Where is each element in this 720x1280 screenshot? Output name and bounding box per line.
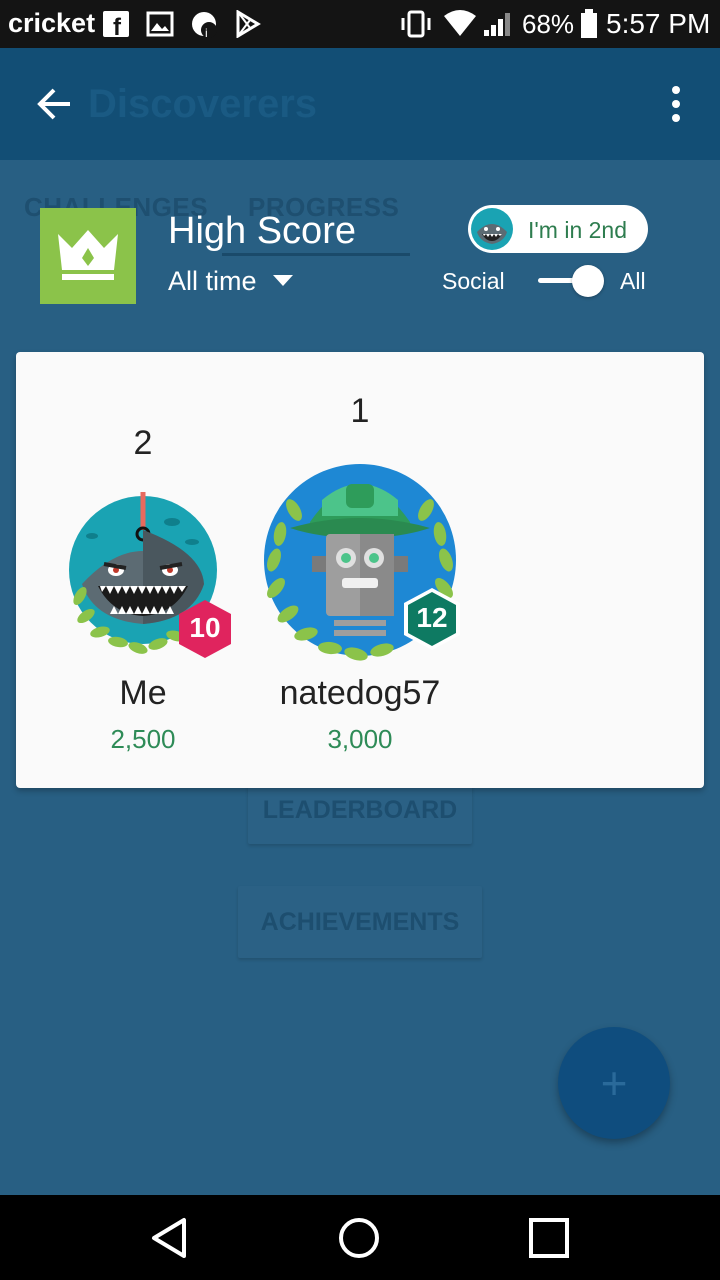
- facebook-icon: f: [102, 10, 130, 43]
- clock: 5:57 PM: [606, 8, 711, 39]
- app-bar: Discoverers: [0, 48, 720, 160]
- crown-icon: [40, 208, 136, 304]
- rank-badge: I'm in 2nd: [468, 205, 648, 253]
- achievements-button[interactable]: ACHIEVEMENTS: [238, 886, 482, 958]
- chevron-down-icon[interactable]: [273, 275, 293, 286]
- level-badge: 12: [402, 586, 462, 652]
- shark-avatar-small-icon: [471, 208, 513, 255]
- svg-text:i: i: [205, 26, 208, 40]
- rank-badge-label: I'm in 2nd: [528, 217, 627, 243]
- add-fab-button[interactable]: +: [558, 1027, 670, 1139]
- time-range-dropdown[interactable]: All time: [168, 266, 257, 297]
- play-store-icon: [234, 9, 262, 43]
- level-number: 12: [416, 602, 448, 633]
- player-name: natedog57: [279, 674, 441, 712]
- battery-percent: 68%: [522, 9, 575, 39]
- nav-recents-icon[interactable]: [528, 1217, 570, 1264]
- status-bar: cricket f i 68% 5:57 PM: [0, 0, 720, 48]
- leaderboard-title: High Score: [168, 210, 356, 252]
- level-badge: 10: [176, 598, 234, 660]
- leaderboard-card: 2 10 Me 2,500 1 12 natedog57 3,000: [16, 352, 704, 788]
- games-icon: i: [190, 10, 220, 45]
- player-rank: 2: [133, 424, 153, 462]
- gallery-icon: [146, 11, 174, 42]
- title-underline: [222, 253, 410, 256]
- signal-icon: [482, 10, 516, 43]
- nav-home-icon[interactable]: [338, 1217, 380, 1264]
- wifi-icon: [442, 10, 478, 43]
- level-number: 10: [189, 612, 221, 643]
- nav-back-icon[interactable]: [150, 1217, 190, 1264]
- system-nav-bar: [0, 1195, 720, 1280]
- toggle-label-social[interactable]: Social: [442, 268, 505, 295]
- svg-text:f: f: [113, 14, 122, 38]
- arrow-back-icon[interactable]: [34, 84, 74, 129]
- app-title: Discoverers: [88, 82, 318, 126]
- more-vert-icon[interactable]: [666, 84, 686, 129]
- battery-icon: [580, 9, 598, 44]
- player-score: 2,500: [110, 724, 176, 754]
- vibrate-icon: [398, 10, 434, 43]
- carrier-name: cricket: [8, 8, 96, 38]
- switch-thumb[interactable]: [572, 265, 604, 297]
- player-score: 3,000: [327, 724, 393, 754]
- toggle-label-all[interactable]: All: [620, 268, 646, 295]
- player-rank: 1: [350, 392, 370, 430]
- player-name: Me: [119, 674, 167, 712]
